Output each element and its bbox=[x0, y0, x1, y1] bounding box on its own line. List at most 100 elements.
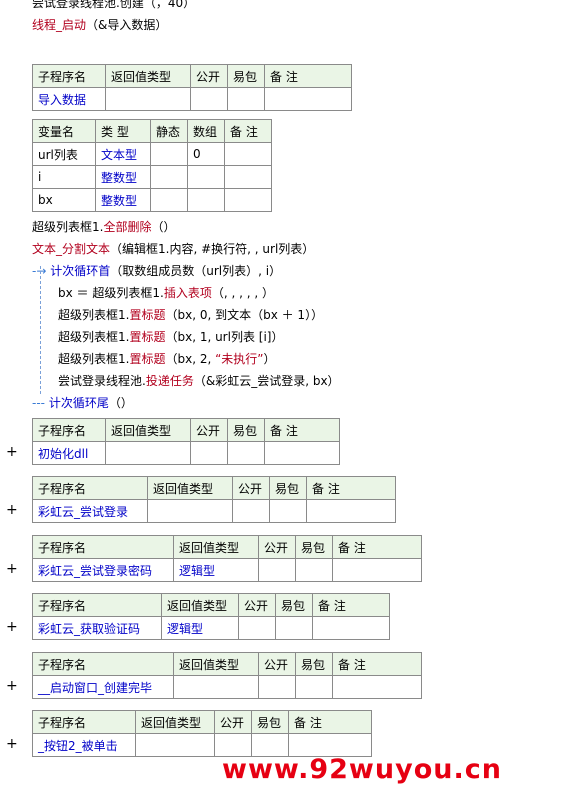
code-loop-keyword: 计次循环首 bbox=[50, 264, 111, 278]
var-array-cell[interactable]: 0 bbox=[187, 142, 225, 166]
code-line-loop-start[interactable]: -→ 计次循环首（取数组成员数（url列表）, i） bbox=[32, 262, 281, 280]
sub-remark-cell[interactable] bbox=[332, 558, 422, 582]
sub-public-cell[interactable] bbox=[190, 87, 228, 111]
sub-public-cell[interactable] bbox=[258, 558, 296, 582]
sub-epkg-cell[interactable] bbox=[295, 558, 333, 582]
expand-icon[interactable]: + bbox=[6, 677, 18, 695]
var-name-cell[interactable]: bx bbox=[32, 188, 96, 212]
table-row[interactable]: i 整数型 bbox=[32, 165, 272, 189]
sub-name-cell[interactable]: 导入数据 bbox=[32, 87, 106, 111]
code-line-split-text[interactable]: 文本_分割文本（编辑框1.内容, #换行符, , url列表） bbox=[32, 240, 314, 258]
var-name-cell[interactable]: i bbox=[32, 165, 96, 189]
sub-public-cell[interactable] bbox=[190, 441, 228, 465]
sub-remark-cell[interactable] bbox=[264, 87, 352, 111]
expand-icon[interactable]: + bbox=[6, 443, 18, 461]
col-remark: 备 注 bbox=[288, 710, 372, 734]
col-return-type: 返回值类型 bbox=[105, 64, 191, 88]
col-return-type: 返回值类型 bbox=[173, 652, 259, 676]
col-remark: 备 注 bbox=[264, 64, 352, 88]
col-epkg: 易包 bbox=[295, 535, 333, 559]
var-remark-cell[interactable] bbox=[224, 188, 272, 212]
sub-name-cell[interactable]: 彩虹云_尝试登录 bbox=[32, 499, 148, 523]
code-line-create-pool[interactable]: 尝试登录线程池.创建（，40） bbox=[32, 0, 195, 12]
var-type-cell[interactable]: 整数型 bbox=[95, 188, 151, 212]
sub-return-cell[interactable] bbox=[105, 87, 191, 111]
sub-epkg-cell[interactable] bbox=[275, 616, 313, 640]
col-sub-name: 子程序名 bbox=[32, 418, 106, 442]
var-static-cell[interactable] bbox=[150, 165, 188, 189]
code-string-literal: “未执行” bbox=[215, 352, 264, 366]
table-row[interactable]: url列表 文本型 0 bbox=[32, 142, 272, 166]
code-line-clear-list[interactable]: 超级列表框1.全部删除（） bbox=[32, 218, 175, 236]
sub-return-cell[interactable]: 逻辑型 bbox=[161, 616, 239, 640]
var-type-cell[interactable]: 文本型 bbox=[95, 142, 151, 166]
code-args: （编辑框1.内容, #换行符, , url列表） bbox=[110, 242, 315, 256]
sub-public-cell[interactable] bbox=[238, 616, 276, 640]
sub-remark-cell[interactable] bbox=[312, 616, 390, 640]
col-return-type: 返回值类型 bbox=[135, 710, 215, 734]
sub-remark-cell[interactable] bbox=[264, 441, 340, 465]
code-args: （） bbox=[108, 396, 133, 410]
var-array-cell[interactable] bbox=[187, 188, 225, 212]
col-sub-name: 子程序名 bbox=[32, 652, 174, 676]
code-args: （bx, 0, 到文本（bx ＋ 1）） bbox=[165, 308, 324, 322]
col-public: 公开 bbox=[258, 535, 296, 559]
code-line-set-title-0[interactable]: 超级列表框1.置标题（bx, 0, 到文本（bx ＋ 1）） bbox=[58, 306, 323, 324]
sub-return-cell[interactable] bbox=[173, 675, 259, 699]
col-epkg: 易包 bbox=[227, 418, 265, 442]
table-row[interactable]: bx 整数型 bbox=[32, 188, 272, 212]
col-public: 公开 bbox=[232, 476, 270, 500]
sub-return-cell[interactable]: 逻辑型 bbox=[173, 558, 259, 582]
sub-epkg-cell[interactable] bbox=[295, 675, 333, 699]
code-args: （bx, 2, bbox=[165, 352, 216, 366]
var-remark-cell[interactable] bbox=[224, 142, 272, 166]
sub-epkg-cell[interactable] bbox=[227, 441, 265, 465]
thread-start-command: 线程_启动 bbox=[32, 18, 87, 32]
sub-return-cell[interactable] bbox=[147, 499, 233, 523]
col-sub-name: 子程序名 bbox=[32, 593, 162, 617]
code-line-set-title-1[interactable]: 超级列表框1.置标题（bx, 1, url列表 [i]） bbox=[58, 328, 283, 346]
sub-name-cell[interactable]: _按钮2_被单击 bbox=[32, 733, 136, 757]
expand-icon[interactable]: + bbox=[6, 618, 18, 636]
sub-epkg-cell[interactable] bbox=[269, 499, 307, 523]
var-static-cell[interactable] bbox=[150, 188, 188, 212]
col-return-type: 返回值类型 bbox=[147, 476, 233, 500]
code-line-insert-item[interactable]: bx ＝ 超级列表框1.插入表项（, , , , , ） bbox=[58, 284, 274, 302]
expand-icon[interactable]: + bbox=[6, 501, 18, 519]
code-args: （bx, 1, url列表 [i]） bbox=[165, 330, 284, 344]
col-sub-name: 子程序名 bbox=[32, 710, 136, 734]
code-line-set-title-2[interactable]: 超级列表框1.置标题（bx, 2, “未执行”） bbox=[58, 350, 276, 368]
col-static: 静态 bbox=[150, 119, 188, 143]
var-type-cell[interactable]: 整数型 bbox=[95, 165, 151, 189]
code-args: （取数组成员数（url列表）, i） bbox=[110, 264, 282, 278]
sub-remark-cell[interactable] bbox=[306, 499, 396, 523]
code-line-loop-end[interactable]: --- 计次循环尾（） bbox=[32, 394, 133, 412]
col-sub-name: 子程序名 bbox=[32, 476, 148, 500]
sub-name-cell[interactable]: __启动窗口_创建完毕 bbox=[32, 675, 174, 699]
var-remark-cell[interactable] bbox=[224, 165, 272, 189]
variable-table: 变量名 类 型 静态 数组 备 注 url列表 文本型 0 i 整数型 bx 整… bbox=[32, 119, 272, 212]
sub-epkg-cell[interactable] bbox=[227, 87, 265, 111]
sub-name-cell[interactable]: 彩虹云_获取验证码 bbox=[32, 616, 162, 640]
code-object: 超级列表框1. bbox=[58, 330, 130, 344]
code-args: （&彩虹云_尝试登录, bx） bbox=[193, 374, 340, 388]
sub-public-cell[interactable] bbox=[232, 499, 270, 523]
sub-return-cell[interactable] bbox=[105, 441, 191, 465]
sub-public-cell[interactable] bbox=[258, 675, 296, 699]
col-public: 公开 bbox=[190, 64, 228, 88]
var-name-cell[interactable]: url列表 bbox=[32, 142, 96, 166]
sub-name-cell[interactable]: 初始化dll bbox=[32, 441, 106, 465]
col-public: 公开 bbox=[214, 710, 252, 734]
code-line-post-task[interactable]: 尝试登录线程池.投递任务（&彩虹云_尝试登录, bx） bbox=[58, 372, 340, 390]
code-line-thread-start[interactable]: 线程_启动（&导入数据） bbox=[32, 16, 167, 34]
sub-name-cell[interactable]: 彩虹云_尝试登录密码 bbox=[32, 558, 174, 582]
sub-remark-cell[interactable] bbox=[332, 675, 422, 699]
expand-icon[interactable]: + bbox=[6, 560, 18, 578]
col-epkg: 易包 bbox=[251, 710, 289, 734]
expand-icon[interactable]: + bbox=[6, 735, 18, 753]
var-static-cell[interactable] bbox=[150, 142, 188, 166]
col-epkg: 易包 bbox=[269, 476, 307, 500]
code-object: 超级列表框1. bbox=[32, 220, 104, 234]
sub-return-cell[interactable] bbox=[135, 733, 215, 757]
var-array-cell[interactable] bbox=[187, 165, 225, 189]
